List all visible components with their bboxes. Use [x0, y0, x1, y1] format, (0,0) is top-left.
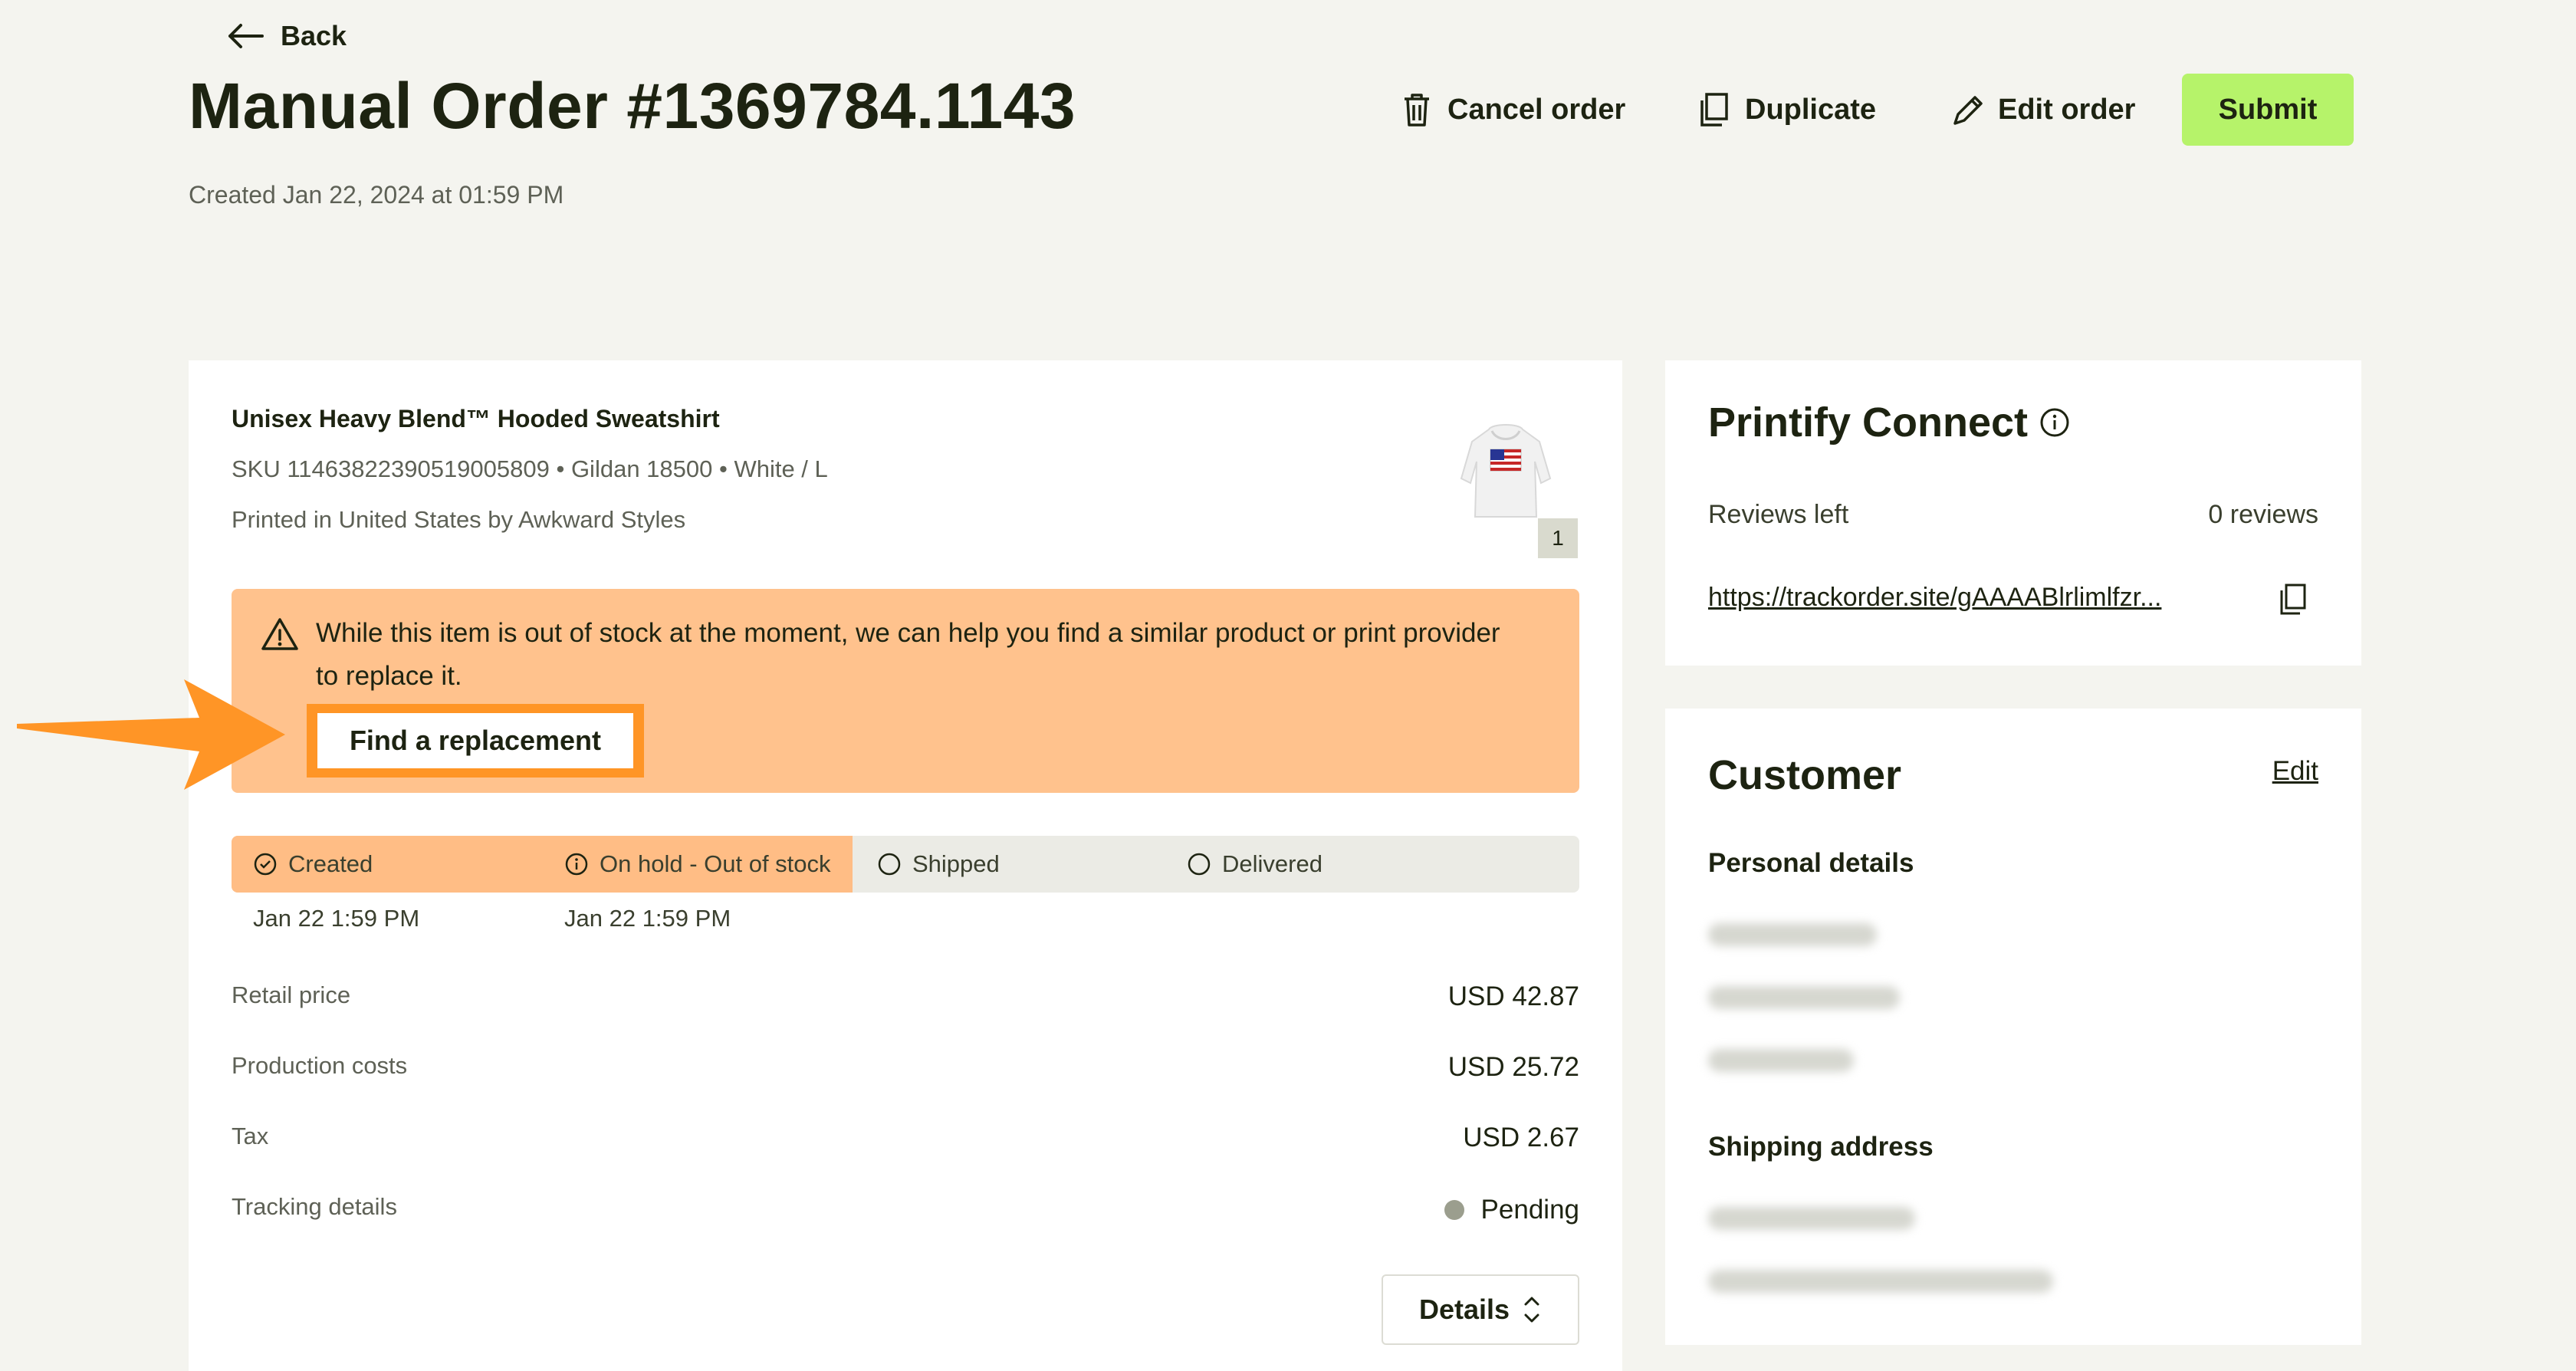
pointer-arrow-icon	[17, 679, 285, 790]
tax-value: USD 2.67	[1463, 1123, 1579, 1152]
customer-title: Customer	[1708, 752, 1902, 798]
personal-details-heading: Personal details	[1708, 848, 1914, 878]
tracking-details-label: Tracking details	[232, 1193, 397, 1220]
reviews-left-value: 0 reviews	[2208, 500, 2318, 529]
retail-price-value: USD 42.87	[1447, 981, 1579, 1011]
edit-order-label: Edit order	[1998, 93, 2136, 126]
redacted-city-line	[1708, 1270, 2053, 1293]
product-sku: SKU 11463822390519005809 • Gildan 18500 …	[232, 455, 828, 482]
step-on-hold-label: On hold - Out of stock	[600, 850, 831, 877]
retail-price-label: Retail price	[232, 981, 351, 1008]
step-on-hold-date: Jan 22 1:59 PM	[564, 905, 731, 932]
reviews-left-label: Reviews left	[1708, 500, 1849, 529]
customer-edit-link[interactable]: Edit	[2272, 756, 2318, 787]
step-shipped: Shipped	[877, 836, 1000, 893]
info-icon[interactable]	[2039, 406, 2071, 439]
tracking-link[interactable]: https://trackorder.site/gAAAABlrlimlfzr.…	[1708, 583, 2161, 613]
empty-circle-icon	[878, 853, 901, 876]
warning-icon	[261, 618, 298, 650]
alert-message: While this item is out of stock at the m…	[316, 618, 1500, 691]
product-print-provider: Printed in United States by Awkward Styl…	[232, 506, 686, 533]
find-replacement-button[interactable]: Find a replacement	[317, 713, 633, 768]
redacted-name	[1708, 923, 1877, 946]
step-created-label: Created	[288, 850, 373, 877]
printify-connect-title: Printify Connect	[1708, 399, 2071, 446]
edit-order-button[interactable]: Edit order	[1950, 74, 2135, 146]
step-shipped-label: Shipped	[912, 850, 1000, 877]
back-link[interactable]: Back	[227, 20, 347, 52]
production-costs-value: USD 25.72	[1447, 1052, 1579, 1082]
back-label: Back	[281, 20, 347, 51]
quantity-badge: 1	[1538, 518, 1578, 558]
copy-icon[interactable]	[2279, 583, 2308, 616]
product-name: Unisex Heavy Blend™ Hooded Sweatshirt	[232, 405, 720, 432]
printify-connect-heading: Printify Connect	[1708, 399, 2029, 445]
check-circle-icon	[254, 853, 277, 876]
submit-button[interactable]: Submit	[2182, 74, 2354, 146]
cancel-order-button[interactable]: Cancel order	[1400, 74, 1625, 146]
duplicate-icon	[1700, 93, 1728, 127]
arrow-left-icon	[228, 24, 264, 48]
duplicate-label: Duplicate	[1745, 93, 1877, 126]
cancel-order-label: Cancel order	[1447, 93, 1626, 126]
status-dot	[1444, 1200, 1464, 1220]
production-costs-label: Production costs	[232, 1052, 408, 1079]
customer-card	[1665, 709, 2361, 1345]
product-thumbnail	[1460, 424, 1552, 518]
tax-label: Tax	[232, 1123, 269, 1149]
step-created: Created	[253, 836, 373, 893]
step-on-hold: On hold - Out of stock	[564, 836, 831, 893]
trash-icon	[1405, 94, 1429, 127]
redacted-email	[1708, 986, 1900, 1009]
redacted-address-line	[1708, 1207, 1915, 1230]
details-button[interactable]: Details	[1382, 1274, 1579, 1345]
pencil-icon	[1953, 96, 1983, 125]
shipping-address-heading: Shipping address	[1708, 1132, 1934, 1162]
chevron-up-down-icon	[1524, 1297, 1539, 1323]
step-delivered: Delivered	[1187, 836, 1322, 893]
step-created-date: Jan 22 1:59 PM	[253, 905, 420, 932]
tracking-status-value: Pending	[1480, 1195, 1579, 1225]
empty-circle-icon	[1188, 853, 1211, 876]
info-circle-icon	[565, 853, 588, 876]
details-label: Details	[1418, 1294, 1510, 1325]
page-title: Manual Order #1369784.1143	[189, 70, 1076, 142]
duplicate-button[interactable]: Duplicate	[1697, 74, 1876, 146]
step-delivered-label: Delivered	[1222, 850, 1322, 877]
created-timestamp: Created Jan 22, 2024 at 01:59 PM	[189, 181, 564, 209]
redacted-phone	[1708, 1049, 1854, 1072]
tracking-status: Pending	[1444, 1195, 1579, 1225]
